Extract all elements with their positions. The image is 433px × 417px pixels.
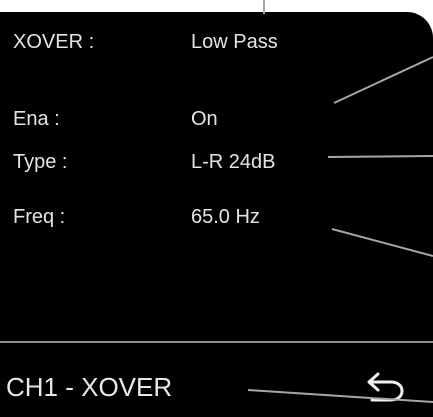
device-display-figure: XOVER : Low Pass Ena : On Type : L-R 24d… xyxy=(0,0,433,417)
enable-label: Ena : xyxy=(13,108,60,130)
type-label: Type : xyxy=(13,151,68,173)
frequency-value[interactable]: 65.0 Hz xyxy=(191,205,260,229)
type-value[interactable]: L-R 24dB xyxy=(191,150,276,174)
enable-value[interactable]: On xyxy=(191,107,218,131)
back-arrow-icon[interactable] xyxy=(364,364,408,408)
xover-mode-value[interactable]: Low Pass xyxy=(191,30,278,54)
screen-title: CH1 - XOVER xyxy=(6,372,173,402)
frequency-label: Freq : xyxy=(13,206,66,228)
xover-label: XOVER : xyxy=(13,31,95,53)
